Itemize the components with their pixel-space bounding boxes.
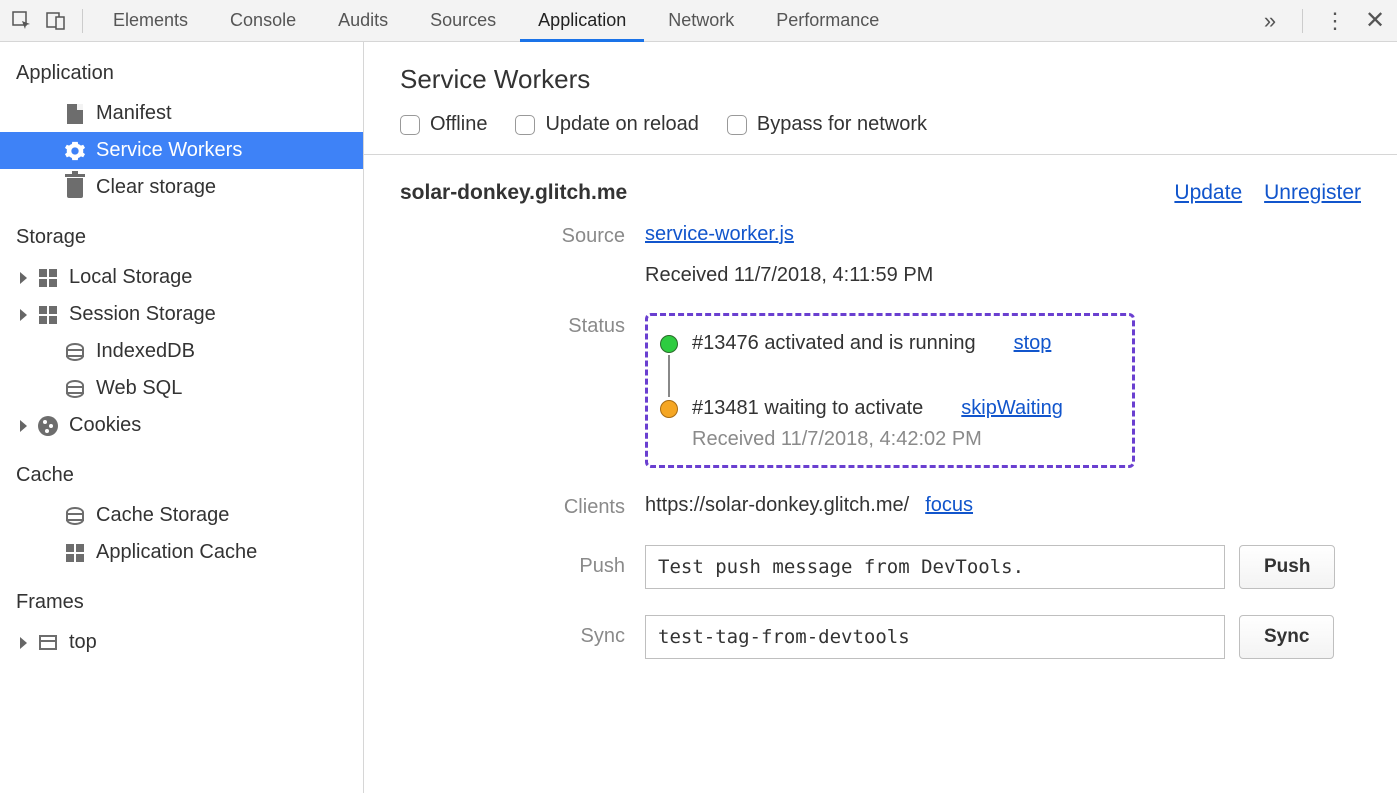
- trash-icon: [64, 177, 86, 199]
- client-url: https://solar-donkey.glitch.me/: [645, 494, 909, 517]
- tab-elements[interactable]: Elements: [95, 0, 206, 42]
- sidebar-item-service-workers[interactable]: Service Workers: [0, 132, 363, 169]
- sidebar-item-application-cache[interactable]: Application Cache: [0, 534, 363, 571]
- source-file-link[interactable]: service-worker.js: [645, 223, 794, 245]
- tab-application[interactable]: Application: [520, 0, 644, 42]
- database-icon: [64, 505, 86, 527]
- status-connector-line: [668, 355, 670, 397]
- checkbox-icon: [515, 115, 535, 135]
- sidebar-item-label: Application Cache: [96, 541, 257, 564]
- cookie-icon: [37, 415, 59, 437]
- sidebar-item-label: Cache Storage: [96, 504, 229, 527]
- sidebar-section-storage: Storage: [0, 206, 363, 259]
- grid-icon: [37, 267, 59, 289]
- sidebar-item-label: top: [69, 631, 97, 654]
- kebab-menu-icon[interactable]: ⋮: [1321, 7, 1349, 35]
- sidebar-item-label: Service Workers: [96, 139, 242, 162]
- device-toolbar-icon[interactable]: [42, 7, 70, 35]
- sidebar-section-application: Application: [0, 42, 363, 95]
- status-highlight-box: #13476 activated and is running stop: [645, 313, 1135, 468]
- status-active-id: #13476: [692, 332, 759, 354]
- push-input[interactable]: [645, 545, 1225, 589]
- sidebar-item-label: Clear storage: [96, 176, 216, 199]
- devtools-tab-bar: Elements Console Audits Sources Applicat…: [0, 0, 1397, 42]
- status-active-row: #13476 activated and is running stop: [660, 332, 1112, 355]
- checkbox-update-on-reload[interactable]: Update on reload: [515, 113, 698, 136]
- status-waiting-received: Received 11/7/2018, 4:42:02 PM: [692, 428, 1112, 451]
- tab-console[interactable]: Console: [212, 0, 314, 42]
- more-tabs-icon[interactable]: »: [1256, 7, 1284, 35]
- tab-performance[interactable]: Performance: [758, 0, 897, 42]
- sidebar-item-indexeddb[interactable]: IndexedDB: [0, 333, 363, 370]
- sidebar-item-label: Local Storage: [69, 266, 192, 289]
- update-link[interactable]: Update: [1174, 181, 1242, 205]
- sidebar-item-web-sql[interactable]: Web SQL: [0, 370, 363, 407]
- database-icon: [64, 378, 86, 400]
- sidebar-item-cookies[interactable]: Cookies: [0, 407, 363, 444]
- document-icon: [64, 103, 86, 125]
- checkbox-label: Offline: [430, 113, 487, 136]
- database-icon: [64, 341, 86, 363]
- status-waiting-text: waiting to activate: [764, 397, 923, 419]
- focus-link[interactable]: focus: [925, 494, 973, 517]
- checkbox-icon: [400, 115, 420, 135]
- sync-input[interactable]: [645, 615, 1225, 659]
- status-waiting-id: #13481: [692, 397, 759, 419]
- sidebar-item-top-frame[interactable]: top: [0, 624, 363, 661]
- checkbox-bypass-network[interactable]: Bypass for network: [727, 113, 927, 136]
- tab-network[interactable]: Network: [650, 0, 752, 42]
- clients-label: Clients: [400, 494, 625, 519]
- gear-icon: [64, 140, 86, 162]
- tab-audits[interactable]: Audits: [320, 0, 406, 42]
- page-title: Service Workers: [400, 64, 1361, 95]
- divider: [82, 9, 83, 33]
- main-panel: Service Workers Offline Update on reload…: [364, 42, 1397, 793]
- sidebar-item-cache-storage[interactable]: Cache Storage: [0, 497, 363, 534]
- chevron-right-icon[interactable]: [20, 272, 27, 284]
- chevron-right-icon[interactable]: [20, 420, 27, 432]
- chevron-right-icon[interactable]: [20, 637, 27, 649]
- status-waiting-row: #13481 waiting to activate skipWaiting: [660, 397, 1112, 420]
- status-dot-green-icon: [660, 335, 678, 353]
- checkbox-row: Offline Update on reload Bypass for netw…: [400, 113, 1361, 154]
- stop-link[interactable]: stop: [1014, 332, 1052, 355]
- sidebar-item-label: Session Storage: [69, 303, 216, 326]
- unregister-link[interactable]: Unregister: [1264, 181, 1361, 205]
- grid-icon: [64, 542, 86, 564]
- application-sidebar: Application Manifest Service Workers Cle…: [0, 42, 364, 793]
- push-button[interactable]: Push: [1239, 545, 1335, 589]
- status-dot-orange-icon: [660, 400, 678, 418]
- sidebar-item-label: Manifest: [96, 102, 172, 125]
- sidebar-item-clear-storage[interactable]: Clear storage: [0, 169, 363, 206]
- status-active-text: activated and is running: [764, 332, 975, 354]
- sync-button[interactable]: Sync: [1239, 615, 1334, 659]
- tab-sources[interactable]: Sources: [412, 0, 514, 42]
- frame-icon: [37, 632, 59, 654]
- sidebar-section-cache: Cache: [0, 444, 363, 497]
- sidebar-item-local-storage[interactable]: Local Storage: [0, 259, 363, 296]
- sync-label: Sync: [400, 615, 625, 648]
- chevron-right-icon[interactable]: [20, 309, 27, 321]
- skipwaiting-link[interactable]: skipWaiting: [961, 397, 1063, 420]
- checkbox-offline[interactable]: Offline: [400, 113, 487, 136]
- close-icon[interactable]: ✕: [1361, 7, 1389, 35]
- checkbox-label: Update on reload: [545, 113, 698, 136]
- sidebar-item-label: IndexedDB: [96, 340, 195, 363]
- sidebar-section-frames: Frames: [0, 571, 363, 624]
- checkbox-icon: [727, 115, 747, 135]
- sidebar-item-label: Web SQL: [96, 377, 182, 400]
- source-received: Received 11/7/2018, 4:11:59 PM: [645, 264, 1361, 287]
- checkbox-label: Bypass for network: [757, 113, 927, 136]
- divider: [1302, 9, 1303, 33]
- origin-title: solar-donkey.glitch.me: [400, 181, 627, 205]
- sidebar-item-label: Cookies: [69, 414, 141, 437]
- sidebar-item-session-storage[interactable]: Session Storage: [0, 296, 363, 333]
- status-label: Status: [400, 313, 625, 338]
- sidebar-item-manifest[interactable]: Manifest: [0, 95, 363, 132]
- inspect-icon[interactable]: [8, 7, 36, 35]
- source-label: Source: [400, 223, 625, 248]
- push-label: Push: [400, 545, 625, 578]
- grid-icon: [37, 304, 59, 326]
